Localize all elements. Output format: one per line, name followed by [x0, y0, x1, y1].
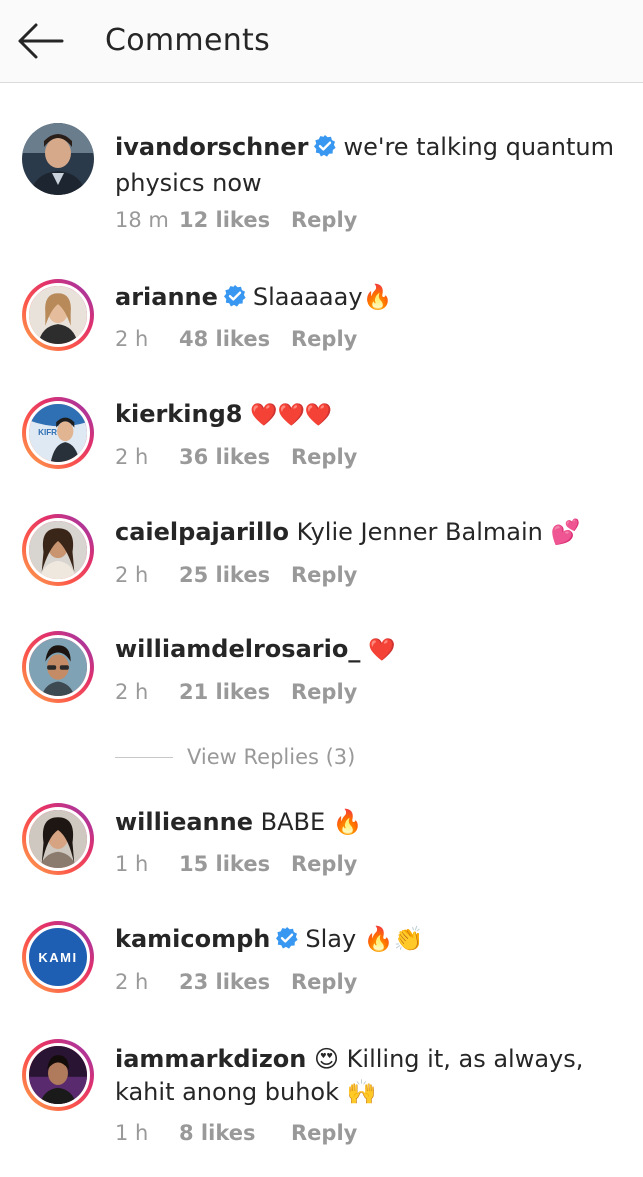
verified-badge-icon [223, 284, 247, 317]
verified-badge-icon [275, 926, 299, 959]
comment-time: 2 h [115, 327, 149, 351]
username[interactable]: willieanne [115, 808, 253, 836]
reply-button[interactable]: Reply [291, 561, 357, 589]
comment-meta: 2 h 21 likes Reply [115, 678, 357, 706]
comment-message: Slay 🔥👏 [305, 925, 424, 953]
comment-text: kierking8 ❤️❤️❤️ [115, 398, 620, 432]
comment-time: 1 h [115, 852, 149, 876]
reply-button[interactable]: Reply [291, 443, 357, 471]
username[interactable]: kamicomph [115, 925, 270, 953]
avatar-image [22, 123, 94, 195]
header-bar: Comments [0, 0, 643, 83]
comment-message: ❤️❤️❤️ [250, 403, 333, 428]
avatar[interactable] [22, 123, 94, 195]
avatar[interactable] [22, 631, 94, 703]
avatar-image [26, 283, 90, 347]
avatar[interactable] [22, 1039, 94, 1111]
username[interactable]: williamdelrosario_ [115, 635, 360, 663]
username[interactable]: ivandorschner [115, 133, 308, 161]
username[interactable]: arianne [115, 283, 218, 311]
comment-message: ❤️ [367, 638, 396, 663]
username[interactable]: caielpajarillo [115, 518, 289, 546]
comment-meta: 18 m 12 likes Reply [115, 206, 357, 234]
comment-time: 1 h [115, 1121, 149, 1145]
username[interactable]: kierking8 [115, 400, 242, 428]
comment-meta: 1 h 15 likes Reply [115, 850, 357, 878]
view-replies-label: View Replies (3) [187, 745, 356, 769]
comment-meta: 1 h 8 likes Reply [115, 1119, 357, 1147]
comment-time: 18 m [115, 208, 169, 232]
avatar[interactable]: KIFR [22, 397, 94, 469]
comment-text: williamdelrosario_ ❤️ [115, 633, 620, 667]
reply-button[interactable]: Reply [291, 850, 357, 878]
kami-logo-text: KAMI [38, 949, 78, 965]
likes-count[interactable]: 25 likes [179, 561, 279, 589]
comment-time: 2 h [115, 680, 149, 704]
likes-count[interactable]: 23 likes [179, 968, 279, 996]
likes-count[interactable]: 15 likes [179, 850, 279, 878]
comment-meta: 2 h 23 likes Reply [115, 968, 357, 996]
comment-text: ivandorschner we're talking quantum physi… [115, 131, 620, 200]
avatar-image [26, 807, 90, 871]
likes-count[interactable]: 21 likes [179, 678, 279, 706]
reply-button[interactable]: Reply [291, 1119, 357, 1147]
comment-message: Slaaaaay🔥 [252, 283, 393, 311]
comment-time: 2 h [115, 970, 149, 994]
avatar-image [26, 635, 90, 699]
comment-text: arianne Slaaaaay🔥 [115, 281, 620, 317]
comment-message: Kylie Jenner Balmain 💕 [296, 518, 581, 546]
avatar-image: KIFR [26, 401, 90, 465]
avatar[interactable] [22, 279, 94, 351]
reply-button[interactable]: Reply [291, 206, 357, 234]
likes-count[interactable]: 8 likes [179, 1119, 279, 1147]
avatar-image: KAMI [26, 925, 90, 989]
comment-text: willieanne BABE 🔥 [115, 806, 620, 839]
likes-count[interactable]: 36 likes [179, 443, 279, 471]
reply-button[interactable]: Reply [291, 325, 357, 353]
avatar[interactable]: KAMI [22, 921, 94, 993]
avatar[interactable] [22, 514, 94, 586]
comment-text: iammarkdizon 😍 Killing it, as always, ka… [115, 1043, 620, 1109]
username[interactable]: iammarkdizon [115, 1045, 306, 1073]
avatar-image [26, 1043, 90, 1107]
verified-badge-icon [313, 134, 337, 167]
comment-time: 2 h [115, 445, 149, 469]
comment-meta: 2 h 25 likes Reply [115, 561, 357, 589]
back-arrow-icon[interactable] [14, 20, 66, 62]
page-title: Comments [105, 23, 271, 58]
reply-button[interactable]: Reply [291, 678, 357, 706]
kifr-logo-text: KIFR [38, 428, 57, 437]
comment-text: caielpajarillo Kylie Jenner Balmain 💕 [115, 516, 620, 549]
view-replies-divider [115, 757, 173, 758]
likes-count[interactable]: 12 likes [179, 206, 279, 234]
avatar-image [26, 518, 90, 582]
comment-meta: 2 h 36 likes Reply [115, 443, 357, 471]
reply-button[interactable]: Reply [291, 968, 357, 996]
comment-text: kamicomph Slay 🔥👏 [115, 923, 620, 959]
likes-count[interactable]: 48 likes [179, 325, 279, 353]
comment-meta: 2 h 48 likes Reply [115, 325, 357, 353]
comment-time: 2 h [115, 563, 149, 587]
avatar[interactable] [22, 803, 94, 875]
comment-message: BABE 🔥 [260, 808, 363, 836]
